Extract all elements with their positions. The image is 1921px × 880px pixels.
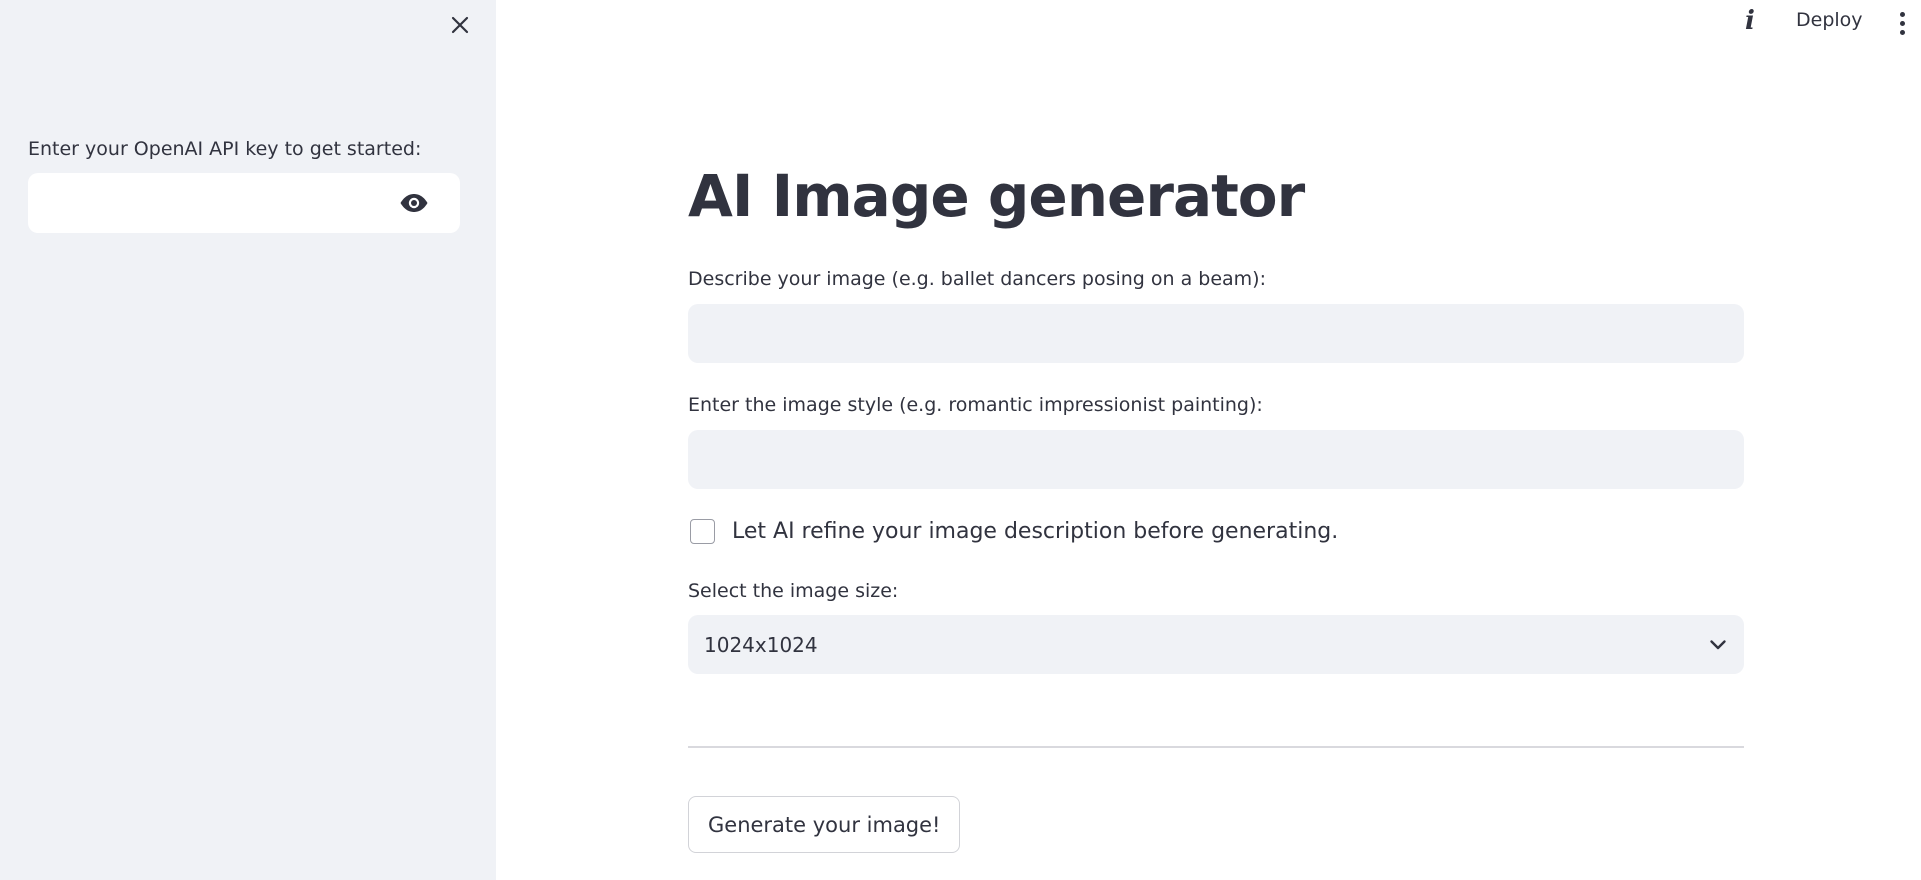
description-input[interactable] — [688, 304, 1744, 363]
vertical-dots-icon-dot — [1899, 20, 1905, 26]
generate-image-button[interactable]: Generate your image! — [688, 796, 961, 853]
size-select-label: Select the image size: — [688, 580, 899, 602]
refine-checkbox-label: Let AI refine your image description bef… — [732, 519, 1339, 544]
toggle-visibility-button[interactable] — [399, 189, 429, 217]
chevron-down-icon — [1708, 635, 1728, 655]
eye-icon — [400, 194, 428, 212]
refine-checkbox[interactable] — [690, 519, 715, 544]
style-input[interactable] — [688, 430, 1744, 489]
size-select-value: 1024x1024 — [704, 632, 818, 657]
main-menu-button[interactable] — [1896, 8, 1908, 38]
vertical-dots-icon — [1899, 11, 1905, 17]
api-key-input[interactable] — [28, 173, 388, 233]
close-sidebar-button[interactable] — [446, 11, 474, 39]
style-label: Enter the image style (e.g. romantic imp… — [688, 394, 1263, 416]
page-title: AI Image generator — [688, 162, 1305, 230]
refine-checkbox-row[interactable]: Let AI refine your image description bef… — [690, 519, 1338, 544]
api-key-label: Enter your OpenAI API key to get started… — [28, 138, 422, 160]
sidebar: Enter your OpenAI API key to get started… — [0, 0, 496, 880]
divider — [688, 746, 1744, 748]
size-select[interactable]: 1024x1024 — [688, 615, 1744, 674]
info-icon[interactable]: i — [1736, 6, 1764, 36]
description-label: Describe your image (e.g. ballet dancers… — [688, 268, 1266, 290]
close-icon — [451, 16, 469, 34]
deploy-button[interactable]: Deploy — [1796, 9, 1863, 31]
vertical-dots-icon-dot — [1899, 29, 1905, 35]
api-key-field — [28, 173, 460, 233]
